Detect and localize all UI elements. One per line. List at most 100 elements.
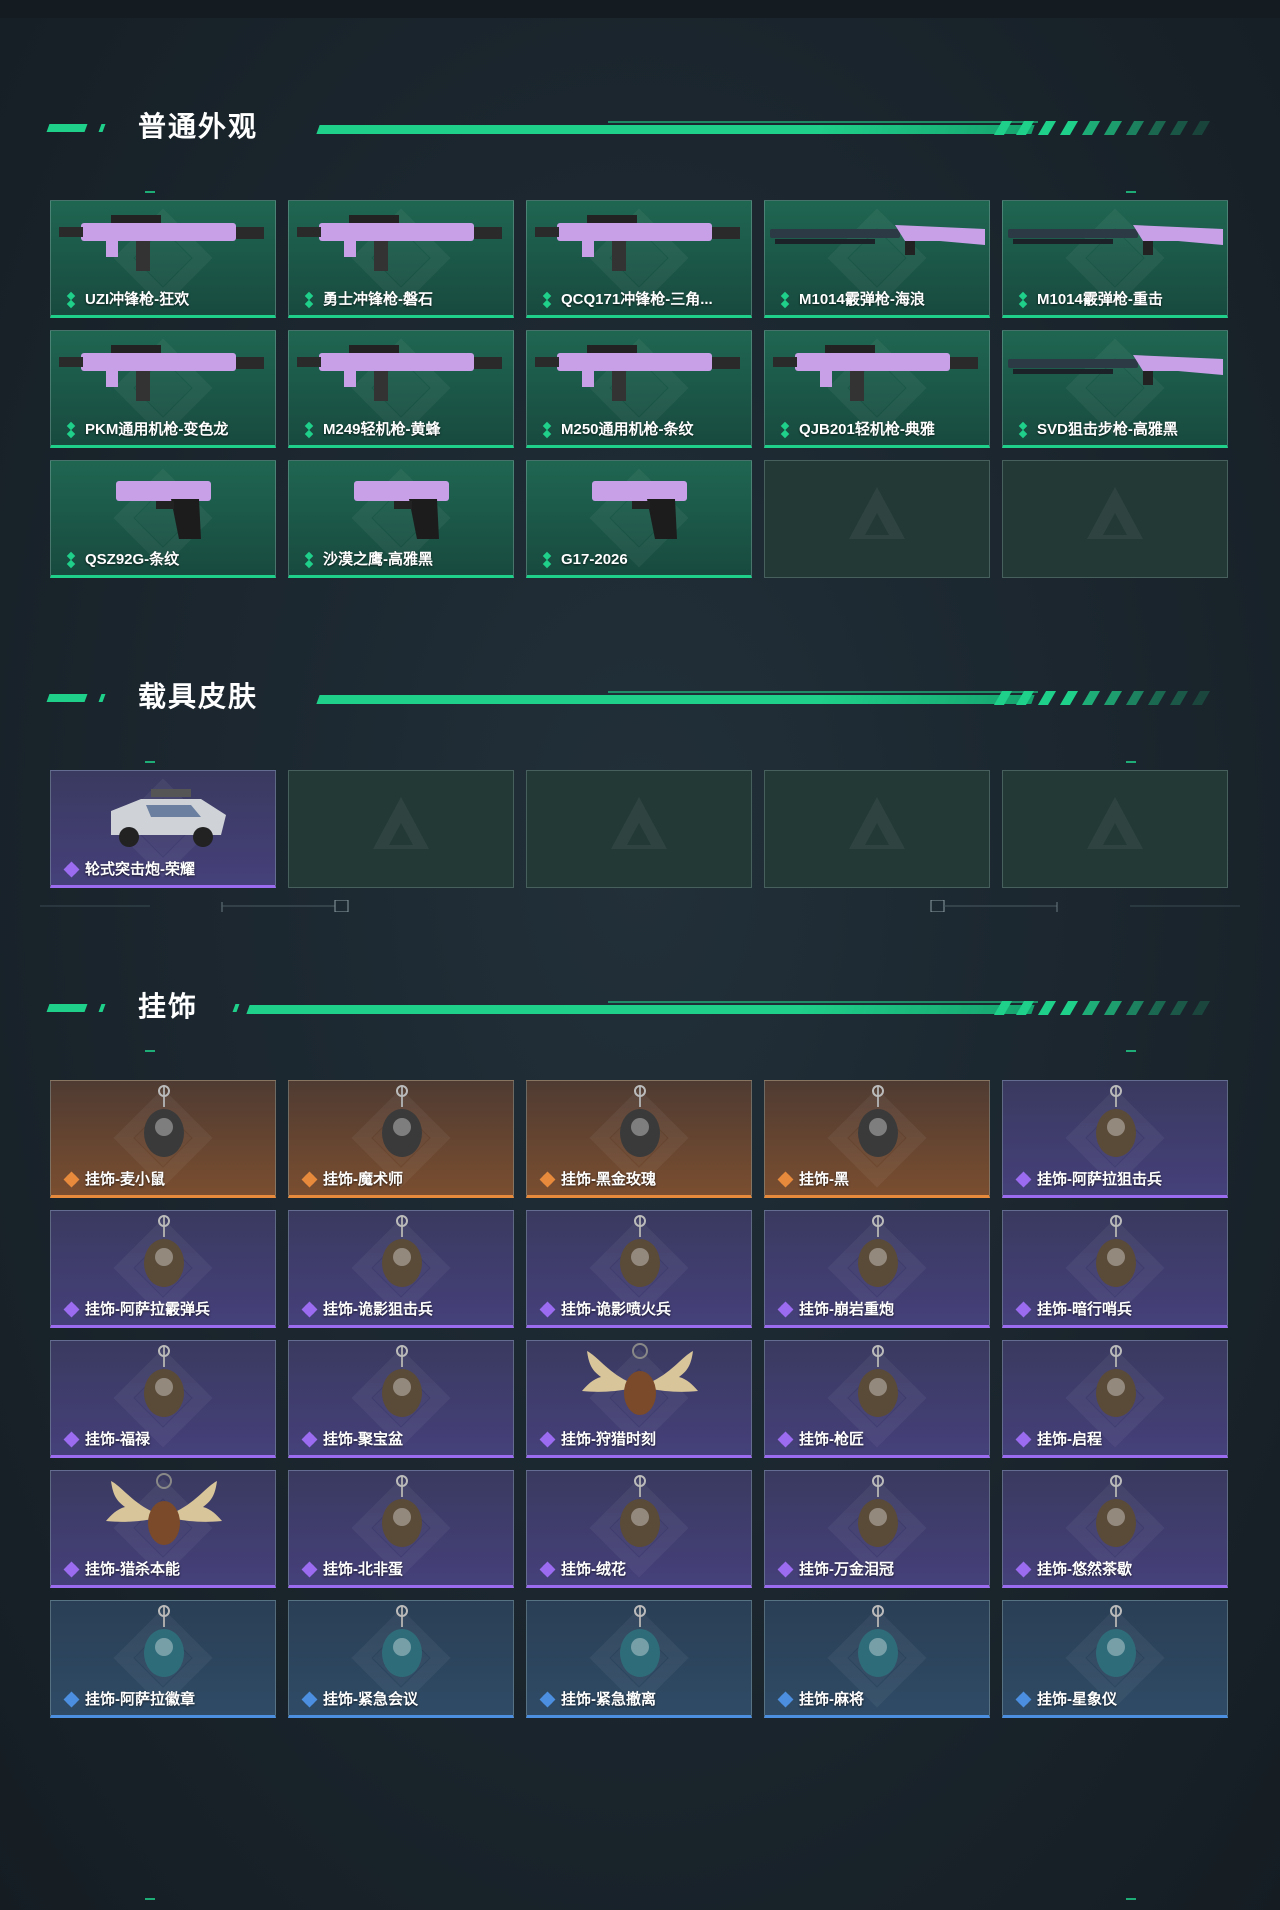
section-title: 载具皮肤 <box>138 681 259 712</box>
rarity-icon <box>539 1561 556 1578</box>
item-card[interactable]: 挂饰-黑 <box>764 1080 990 1198</box>
charm-icon <box>765 1211 989 1299</box>
item-card[interactable]: 轮式突击炮-荣耀 <box>50 770 276 888</box>
item-label: 挂饰-狩猎时刻 <box>561 1431 656 1448</box>
item-label: 挂饰-诡影狙击兵 <box>323 1301 433 1318</box>
item-card[interactable]: M250通用机枪-条纹 <box>526 330 752 448</box>
section-header: 挂饰 <box>46 987 1238 1027</box>
item-card[interactable]: 挂饰-星象仪 <box>1002 1600 1228 1718</box>
item-card[interactable]: 挂饰-魔术师 <box>288 1080 514 1198</box>
pistol-icon <box>51 461 275 549</box>
header-checker-pattern <box>993 691 1238 705</box>
item-card[interactable]: QCQ171冲锋枪-三角... <box>526 200 752 318</box>
item-card[interactable]: PKM通用机枪-变色龙 <box>50 330 276 448</box>
item-card[interactable]: 挂饰-麻将 <box>764 1600 990 1718</box>
item-label: 挂饰-万金泪冠 <box>799 1561 894 1578</box>
item-card[interactable]: M1014霰弹枪-海浪 <box>764 200 990 318</box>
item-card[interactable]: 挂饰-阿萨拉霰弹兵 <box>50 1210 276 1328</box>
rarity-icon <box>304 551 314 569</box>
charm-icon <box>1003 1341 1227 1429</box>
item-card[interactable]: 挂饰-崩岩重炮 <box>764 1210 990 1328</box>
corner-tick <box>145 191 155 193</box>
header-accent-bar <box>46 124 88 132</box>
placeholder-logo-inner <box>865 823 889 845</box>
item-label: QCQ171冲锋枪-三角... <box>561 291 713 308</box>
charm-icon <box>527 1211 751 1299</box>
item-card[interactable]: 挂饰-黑金玫瑰 <box>526 1080 752 1198</box>
rarity-icon <box>1015 1301 1032 1318</box>
rarity-icon <box>63 1431 80 1448</box>
item-card[interactable]: 挂饰-阿萨拉徽章 <box>50 1600 276 1718</box>
pistol-icon <box>289 461 513 549</box>
item-card[interactable]: 挂饰-万金泪冠 <box>764 1470 990 1588</box>
item-card[interactable]: M1014霰弹枪-重击 <box>1002 200 1228 318</box>
rarity-icon <box>539 1431 556 1448</box>
header-accent-bar <box>232 1004 240 1012</box>
rarity-icon <box>780 291 790 309</box>
item-card[interactable]: 挂饰-诡影喷火兵 <box>526 1210 752 1328</box>
rarity-icon <box>1018 421 1028 439</box>
item-card[interactable]: M249轻机枪-黄蜂 <box>288 330 514 448</box>
rarity-icon <box>66 551 76 569</box>
charm-icon <box>765 1471 989 1559</box>
item-label: 挂饰-魔术师 <box>323 1171 403 1188</box>
item-card[interactable]: 挂饰-狩猎时刻 <box>526 1340 752 1458</box>
item-card[interactable]: 挂饰-阿萨拉狙击兵 <box>1002 1080 1228 1198</box>
rarity-icon <box>63 1561 80 1578</box>
corner-tick <box>1126 1050 1136 1052</box>
item-card[interactable]: 挂饰-悠然茶歇 <box>1002 1470 1228 1588</box>
item-label: 挂饰-绒花 <box>561 1561 626 1578</box>
charm-icon <box>1003 1471 1227 1559</box>
item-card[interactable]: QSZ92G-条纹 <box>50 460 276 578</box>
item-card[interactable]: 挂饰-紧急撤离 <box>526 1600 752 1718</box>
item-label: 挂饰-紧急撤离 <box>561 1691 656 1708</box>
item-card[interactable]: 挂饰-枪匠 <box>764 1340 990 1458</box>
item-card[interactable]: 挂饰-福禄 <box>50 1340 276 1458</box>
rarity-icon <box>63 1301 80 1318</box>
machine-gun-icon <box>289 331 513 419</box>
item-card[interactable]: 挂饰-绒花 <box>526 1470 752 1588</box>
item-label: M250通用机枪-条纹 <box>561 421 694 438</box>
section-divider <box>40 900 1240 912</box>
empty-slot <box>1002 770 1228 888</box>
sniper-rifle-icon <box>1003 331 1227 419</box>
item-label: 沙漠之鹰-高雅黑 <box>323 551 433 568</box>
item-card[interactable]: QJB201轻机枪-典雅 <box>764 330 990 448</box>
charm-icon <box>1003 1601 1227 1689</box>
item-card[interactable]: 挂饰-诡影狙击兵 <box>288 1210 514 1328</box>
rarity-icon <box>777 1431 794 1448</box>
rarity-icon <box>542 551 552 569</box>
rarity-icon <box>1018 291 1028 309</box>
item-label: 挂饰-聚宝盆 <box>323 1431 403 1448</box>
header-accent-bar <box>46 694 88 702</box>
item-label: QSZ92G-条纹 <box>85 551 180 568</box>
item-card[interactable]: G17-2026 <box>526 460 752 578</box>
charm-icon <box>765 1081 989 1169</box>
top-bar <box>0 0 1280 18</box>
item-card[interactable]: 挂饰-启程 <box>1002 1340 1228 1458</box>
item-label: 挂饰-北非蛋 <box>323 1561 403 1578</box>
item-card[interactable]: 挂饰-暗行哨兵 <box>1002 1210 1228 1328</box>
item-card[interactable]: UZI冲锋枪-狂欢 <box>50 200 276 318</box>
rarity-icon <box>1015 1431 1032 1448</box>
header-checker-pattern <box>993 1001 1238 1015</box>
placeholder-logo-inner <box>1103 823 1127 845</box>
item-label: 挂饰-星象仪 <box>1037 1691 1117 1708</box>
item-card[interactable]: 挂饰-紧急会议 <box>288 1600 514 1718</box>
shotgun-icon <box>1003 201 1227 289</box>
item-card[interactable]: 沙漠之鹰-高雅黑 <box>288 460 514 578</box>
item-card[interactable]: 挂饰-麦小鼠 <box>50 1080 276 1198</box>
charm-icon <box>289 1081 513 1169</box>
item-card[interactable]: SVD狙击步枪-高雅黑 <box>1002 330 1228 448</box>
item-card[interactable]: 挂饰-聚宝盆 <box>288 1340 514 1458</box>
item-card[interactable]: 勇士冲锋枪-磐石 <box>288 200 514 318</box>
item-card[interactable]: 挂饰-北非蛋 <box>288 1470 514 1588</box>
item-label: 挂饰-枪匠 <box>799 1431 864 1448</box>
rarity-icon <box>301 1431 318 1448</box>
item-label: 挂饰-福禄 <box>85 1431 150 1448</box>
item-label: G17-2026 <box>561 551 628 568</box>
item-card[interactable]: 挂饰-猎杀本能 <box>50 1470 276 1588</box>
item-label: SVD狙击步枪-高雅黑 <box>1037 421 1178 438</box>
item-label: M1014霰弹枪-海浪 <box>799 291 925 308</box>
charm-icon <box>527 1081 751 1169</box>
